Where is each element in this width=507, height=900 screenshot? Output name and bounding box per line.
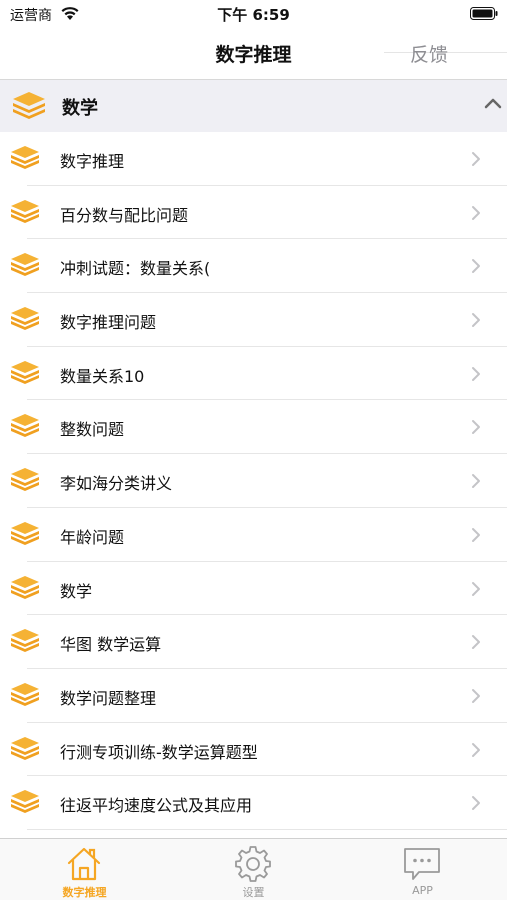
list-item-label: 数字推理 xyxy=(60,152,125,171)
list-item-label: 整数问题 xyxy=(60,420,125,440)
list-item[interactable]: 华图 数学运算 xyxy=(0,615,507,669)
list-item[interactable]: 数学 xyxy=(0,561,507,616)
divider xyxy=(27,828,507,830)
chevron-right-icon xyxy=(472,688,480,703)
list-item[interactable]: 往返平均速度公式及其应用 xyxy=(0,776,507,830)
section-header-math[interactable]: 数学 xyxy=(0,80,507,132)
tab-label: APP xyxy=(412,884,433,897)
chevron-right-icon xyxy=(472,474,480,489)
list-item-label: 行测专项训练-数学运算题型 xyxy=(60,742,258,762)
list-item-label: 往返平均速度公式及其应用 xyxy=(60,796,253,816)
chevron-right-icon xyxy=(472,313,480,328)
chevron-right-icon xyxy=(472,420,480,435)
chat-bubble-icon xyxy=(404,848,440,880)
layers-icon xyxy=(11,199,39,223)
chevron-right-icon xyxy=(472,635,480,650)
layers-icon xyxy=(11,736,39,760)
list-item[interactable]: 数字推理问题 xyxy=(0,293,507,347)
tab-settings[interactable]: 设置 xyxy=(169,839,338,900)
layers-icon xyxy=(11,629,39,653)
tab-label: 数字推理 xyxy=(62,886,107,899)
layers-icon xyxy=(11,307,39,331)
list-item[interactable]: 数量关系10 xyxy=(0,346,507,401)
layers-icon xyxy=(11,521,39,545)
list-item[interactable]: 百分数与配比问题 xyxy=(0,185,507,240)
clock: 下午 6:59 xyxy=(217,6,290,24)
list-item[interactable]: 李如海分类讲义 xyxy=(0,454,507,508)
chevron-up-icon[interactable] xyxy=(484,97,502,109)
list-item-label: 数字推理问题 xyxy=(60,313,157,333)
layers-icon xyxy=(11,790,39,814)
feedback-button[interactable]: 反馈 xyxy=(410,40,448,67)
chevron-right-icon xyxy=(472,527,480,542)
list-item-label: 李如海分类讲义 xyxy=(60,474,173,494)
list-item-label: 华图 数学运算 xyxy=(60,635,162,655)
layers-icon xyxy=(11,146,39,169)
list-item-label: 冲刺试题：数量关系( xyxy=(60,259,211,279)
list-item[interactable]: 年龄问题 xyxy=(0,507,507,562)
tab-number-reasoning[interactable]: 数字推理 xyxy=(0,839,169,900)
list-item-label: 数量关系10 xyxy=(60,366,145,386)
chevron-right-icon xyxy=(472,259,480,274)
category-list: 数字推理 百分数与配比问题 冲刺试题：数量关系(数字推理问题 数量关系10 整… xyxy=(0,132,507,830)
list-item[interactable]: 整数问题 xyxy=(0,400,507,455)
chevron-right-icon xyxy=(472,152,480,166)
home-icon xyxy=(67,847,101,881)
chevron-right-icon xyxy=(472,581,480,596)
layers-icon xyxy=(13,92,45,119)
navigation-bar: 数字推理 反馈 xyxy=(0,28,507,80)
layers-icon xyxy=(11,253,39,277)
layers-icon xyxy=(11,682,39,706)
chevron-right-icon xyxy=(472,366,480,381)
list-item-label: 数学问题整理 xyxy=(60,688,157,708)
status-bar: 运营商 下午 6:59 xyxy=(0,0,507,28)
chevron-right-icon xyxy=(472,205,480,220)
battery-icon xyxy=(470,7,498,20)
tab-bar: 数字推理 设置 APP xyxy=(0,838,507,900)
list-item-label: 年龄问题 xyxy=(60,527,125,547)
tab-label: 设置 xyxy=(242,886,265,899)
list-item-label: 百分数与配比问题 xyxy=(60,205,189,225)
layers-icon xyxy=(11,414,39,438)
list-item[interactable]: 行测专项训练-数学运算题型 xyxy=(0,722,507,777)
list-item[interactable]: 数字推理 xyxy=(0,132,507,186)
layers-icon xyxy=(11,468,39,492)
layers-icon xyxy=(11,575,39,599)
chevron-right-icon xyxy=(472,742,480,757)
list-item[interactable]: 冲刺试题：数量关系( xyxy=(0,239,507,294)
layers-icon xyxy=(11,360,39,384)
gear-icon xyxy=(235,846,271,882)
tab-app[interactable]: APP xyxy=(338,839,507,900)
section-title: 数学 xyxy=(62,98,98,119)
chevron-right-icon xyxy=(472,796,480,811)
list-item[interactable]: 数学问题整理 xyxy=(0,668,507,723)
list-item-label: 数学 xyxy=(60,581,93,601)
